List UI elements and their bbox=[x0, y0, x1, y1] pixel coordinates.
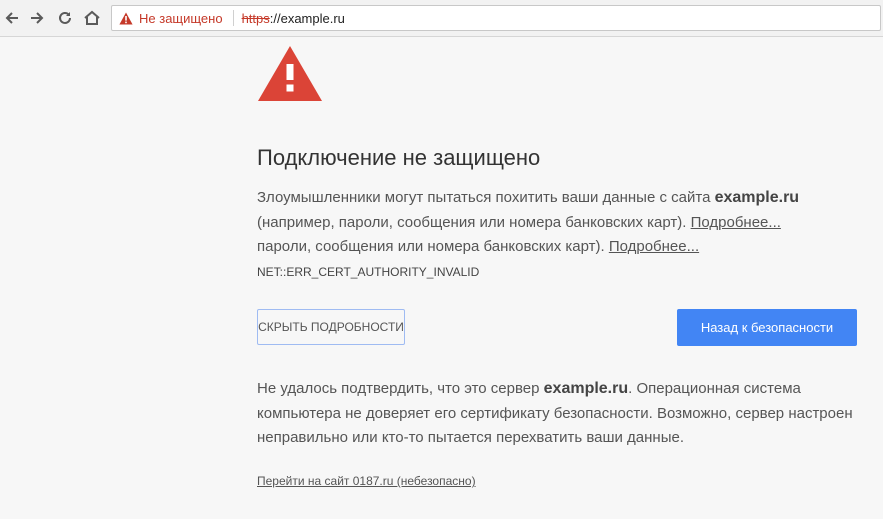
main-message-line-2: (например, пароли, сообщения или номера … bbox=[257, 211, 781, 235]
url-host: ://example.ru bbox=[269, 10, 345, 26]
address-bar[interactable]: Не защищено https://example.ru bbox=[111, 5, 881, 31]
main-message-text: пароли, сообщения или номера банковских … bbox=[257, 238, 609, 255]
warning-icon[interactable] bbox=[119, 12, 133, 25]
reload-button[interactable] bbox=[53, 6, 77, 30]
warning-icon bbox=[258, 46, 322, 101]
hide-details-button[interactable]: СКРЫТЬ ПОДРОБНОСТИ bbox=[257, 309, 405, 345]
main-message-line-1: Злоумышленники могут пытаться похитить в… bbox=[257, 186, 799, 210]
back-to-safety-button[interactable]: Назад к безопасности bbox=[677, 309, 857, 346]
site-name: example.ru bbox=[714, 189, 800, 206]
main-message-text: (например, пароли, сообщения или номера … bbox=[257, 214, 691, 231]
browser-toolbar: Не защищено https://example.ru bbox=[0, 0, 883, 37]
forward-button[interactable] bbox=[25, 6, 49, 30]
home-icon bbox=[84, 10, 100, 25]
learn-more-link[interactable]: Подробнее... bbox=[691, 214, 781, 231]
omnibox-divider bbox=[232, 10, 234, 26]
learn-more-link[interactable]: Подробнее... bbox=[609, 238, 699, 255]
details-text: . Операционная система bbox=[628, 380, 801, 397]
proceed-unsafe-link[interactable]: Перейти на сайт 0187.ru (небезопасно) bbox=[257, 474, 476, 488]
security-status-label[interactable]: Не защищено bbox=[139, 11, 223, 26]
main-message-text: Злоумышленники могут пытаться похитить в… bbox=[257, 189, 715, 206]
main-message-line-3: пароли, сообщения или номера банковских … bbox=[257, 235, 699, 259]
url-scheme: https bbox=[241, 10, 270, 26]
details-line-2: компьютера не доверяет его сертификату б… bbox=[257, 405, 853, 422]
page-title: Подключение не защищено bbox=[257, 145, 541, 170]
url-text[interactable]: https://example.ru bbox=[242, 11, 345, 26]
back-arrow-icon bbox=[5, 12, 18, 24]
details-text: Не удалось подтвердить, что это сервер bbox=[257, 380, 544, 397]
error-code: NET::ERR_CERT_AUTHORITY_INVALID bbox=[257, 265, 480, 279]
site-name: example.ru bbox=[543, 380, 629, 397]
details-line-3: неправильно или кто-то пытается перехват… bbox=[257, 429, 684, 446]
details-line-1: Не удалось подтвердить, что это сервер e… bbox=[257, 377, 801, 401]
forward-arrow-icon bbox=[31, 12, 44, 24]
back-button[interactable] bbox=[0, 6, 24, 30]
home-button[interactable] bbox=[80, 6, 104, 30]
reload-icon bbox=[59, 11, 71, 24]
